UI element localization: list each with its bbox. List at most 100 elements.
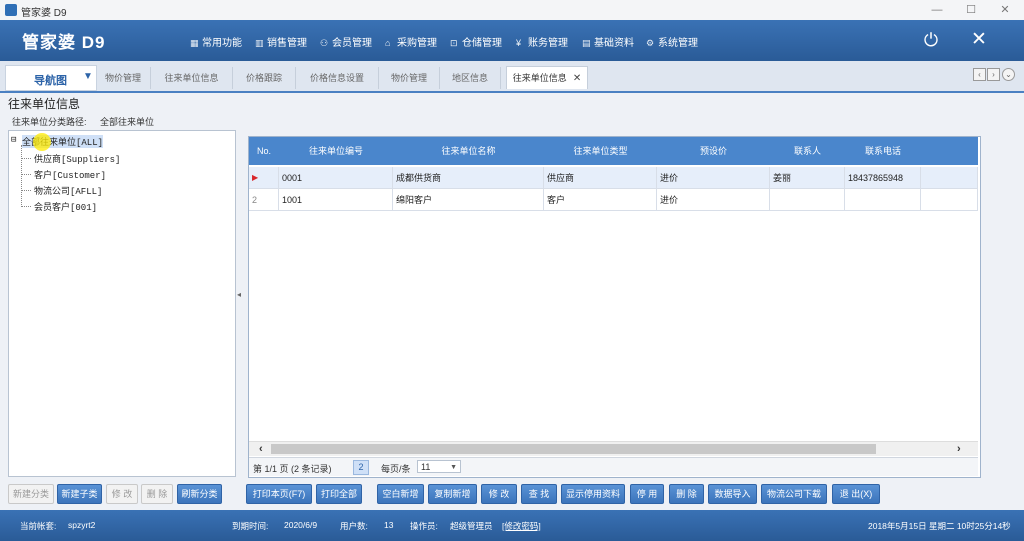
tab-prev-icon[interactable]: ‹ (973, 68, 986, 81)
power-icon[interactable]: ⏻ (920, 29, 942, 51)
operator-value: 超级管理员 (450, 521, 493, 531)
scroll-thumb[interactable] (271, 444, 876, 454)
scroll-right-icon[interactable]: › (957, 442, 961, 456)
column-header-code[interactable]: 往来单位编号 (279, 137, 394, 165)
status-bar: 当前帐套: spzyrt2 到期时间: 2020/6/9 用户数: 13 操作员… (0, 510, 1024, 541)
expire-label: 到期时间: (232, 521, 269, 531)
column-header-type[interactable]: 往来单位类型 (544, 137, 658, 165)
print-page-button[interactable]: 打印本页(F7) (246, 484, 312, 504)
pager-info: 第 1/1 页 (2 条记录) (253, 464, 332, 474)
path-label: 往来单位分类路径: (12, 117, 87, 127)
menu-sales[interactable]: ▥ 销售管理 (255, 34, 307, 49)
column-header-no[interactable]: No. (249, 137, 280, 165)
horizontal-scrollbar[interactable]: ‹ › (249, 441, 978, 456)
logistics-download-button[interactable]: 物流公司下载 (761, 484, 827, 504)
menu-purchase[interactable]: ⌂ 采购管理 (385, 34, 437, 49)
minimize-button[interactable]: — (922, 2, 952, 18)
close-tab-icon[interactable]: ✕ (573, 73, 581, 84)
app-logo: 管家婆 D9 (22, 33, 106, 52)
per-page-select[interactable]: 11 ▼ (417, 460, 461, 473)
tab-price-settings[interactable]: 价格信息设置 (296, 67, 379, 89)
menu-system[interactable]: ⚙ 系统管理 (646, 34, 698, 49)
cell-phone[interactable] (845, 189, 921, 211)
tab-next-icon[interactable]: › (987, 68, 1000, 81)
edit-category-button[interactable]: 修 改 (106, 484, 138, 504)
row-current-icon: ▶ (249, 167, 279, 189)
cell-no: 2 (249, 189, 279, 211)
change-password-link[interactable]: [修改密码] (502, 520, 541, 532)
tab-strip: 导航图 ▼ 物价管理 往来单位信息 价格跟踪 价格信息设置 物价管理 地区信息 往… (0, 61, 1024, 93)
yen-icon: ¥ (516, 38, 522, 48)
cell-filler (921, 167, 978, 189)
tab-price-tracking[interactable]: 价格跟踪 (233, 67, 296, 89)
cell-code[interactable]: 1001 (279, 189, 393, 211)
new-subcategory-button[interactable]: 新建子类 (57, 484, 102, 504)
path-value: 全部往来单位 (100, 117, 155, 127)
exit-button[interactable]: 退 出(X) (832, 484, 880, 504)
cell-name[interactable]: 绵阳客户 (393, 189, 544, 211)
column-header-contact[interactable]: 联系人 (770, 137, 846, 165)
cell-type[interactable]: 供应商 (544, 167, 657, 189)
tab-price-mgmt-2[interactable]: 物价管理 (379, 67, 440, 89)
panel-splitter[interactable]: ◂ (236, 130, 244, 475)
blank-new-button[interactable]: 空白新增 (377, 484, 424, 504)
delete-button[interactable]: 删 除 (669, 484, 704, 504)
new-category-button[interactable]: 新建分类 (8, 484, 54, 504)
gear-icon: ⚙ (646, 38, 655, 48)
tab-price-mgmt[interactable]: 物价管理 (96, 67, 151, 89)
menu-accounts[interactable]: ¥ 账务管理 (516, 34, 568, 49)
close-icon[interactable]: ✕ (968, 29, 990, 51)
cell-phone[interactable]: 18437865948 (845, 167, 921, 189)
mouse-cursor-highlight (33, 133, 51, 151)
column-header-price[interactable]: 预设价 (657, 137, 771, 165)
data-import-button[interactable]: 数据导入 (708, 484, 757, 504)
tab-menu-icon[interactable]: ⌄ (1002, 68, 1015, 81)
refresh-category-button[interactable]: 刷新分类 (177, 484, 222, 504)
tab-partner-info[interactable]: 往来单位信息 (151, 67, 233, 89)
find-button[interactable]: 查 找 (521, 484, 557, 504)
column-header-phone[interactable]: 联系电话 (845, 137, 922, 165)
tree-connector (21, 158, 31, 159)
tree-node-logistics[interactable]: 物流公司[AFLL] (34, 184, 102, 197)
maximize-button[interactable]: ☐ (956, 2, 986, 18)
tree-connector (21, 206, 31, 207)
account-value: spzyrt2 (68, 520, 96, 530)
cell-contact[interactable]: 姜丽 (770, 167, 845, 189)
tab-partner-info-active[interactable]: 往来单位信息 ✕ (506, 66, 588, 89)
cell-price[interactable]: 进价 (657, 167, 770, 189)
tree-node-member-customer[interactable]: 会员客户[001] (34, 200, 97, 213)
tree-node-customer[interactable]: 客户[Customer] (34, 168, 106, 181)
menu-members[interactable]: ⚇ 会员管理 (320, 34, 372, 49)
datetime: 2018年5月15日 星期二 10时25分14秒 (868, 521, 1011, 531)
menu-common[interactable]: ▦ 常用功能 (190, 34, 242, 49)
window-close-button[interactable]: ✕ (990, 2, 1020, 18)
cell-type[interactable]: 客户 (544, 189, 657, 211)
copy-new-button[interactable]: 复制新增 (428, 484, 477, 504)
menu-basic-data[interactable]: ▤ 基础资料 (582, 34, 634, 49)
pager: 第 1/1 页 (2 条记录) 2 每页/条 11 ▼ (249, 457, 978, 476)
print-all-button[interactable]: 打印全部 (316, 484, 362, 504)
show-disabled-button[interactable]: 显示停用资料 (561, 484, 625, 504)
edit-button[interactable]: 修 改 (481, 484, 517, 504)
menu-warehouse[interactable]: ⊡ 仓储管理 (450, 34, 502, 49)
tree-connector (21, 145, 22, 207)
cell-code[interactable]: 0001 (279, 167, 393, 189)
cell-price[interactable]: 进价 (657, 189, 770, 211)
disable-button[interactable]: 停 用 (630, 484, 664, 504)
page-number-button[interactable]: 2 (353, 460, 369, 475)
window-title: 管家婆 D9 (21, 8, 67, 19)
delete-category-button[interactable]: 删 除 (141, 484, 173, 504)
chevron-down-icon: ▼ (450, 464, 457, 471)
tree-collapse-icon[interactable]: ⊟ (11, 135, 16, 145)
tab-region-info[interactable]: 地区信息 (440, 67, 501, 89)
scroll-left-icon[interactable]: ‹ (259, 442, 263, 456)
cell-contact[interactable] (770, 189, 845, 211)
doc-icon: ▤ (582, 38, 591, 48)
operator-label: 操作员: (410, 521, 438, 531)
nav-map-button[interactable]: 导航图 ▼ (5, 65, 97, 91)
user-icon: ⚇ (320, 38, 329, 48)
tree-node-suppliers[interactable]: 供应商[Suppliers] (34, 152, 120, 165)
app-icon (5, 4, 17, 16)
cell-name[interactable]: 成都供货商 (393, 167, 544, 189)
column-header-name[interactable]: 往来单位名称 (393, 137, 545, 165)
